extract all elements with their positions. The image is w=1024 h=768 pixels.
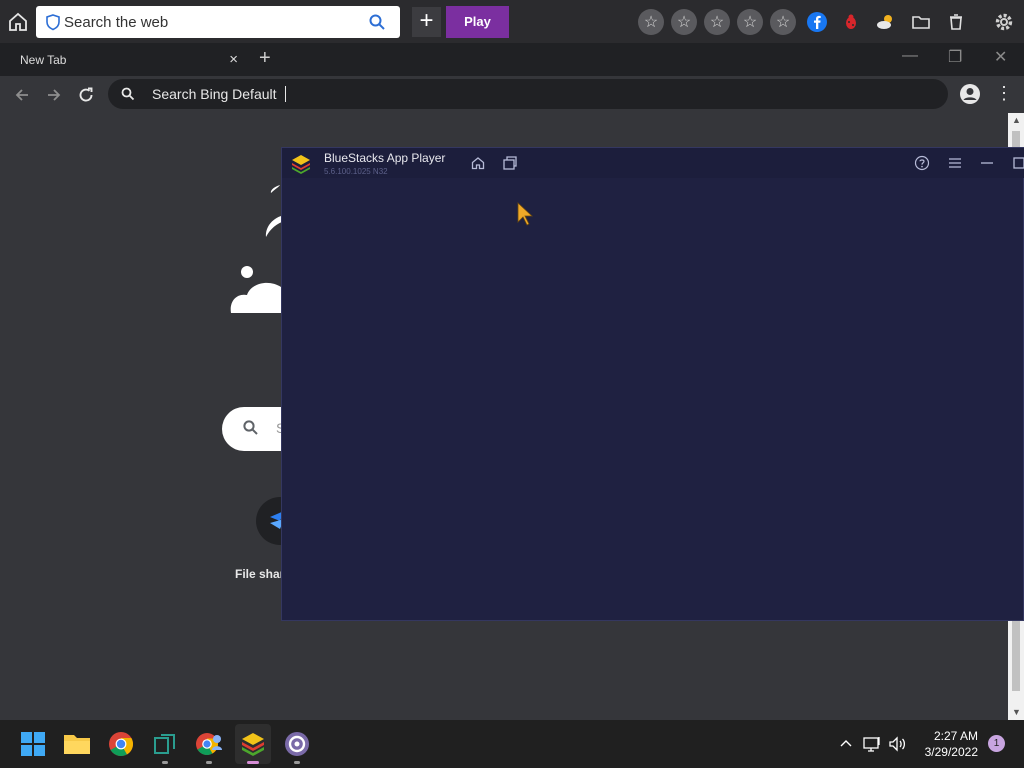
shield-icon xyxy=(44,13,62,31)
text-caret xyxy=(284,86,286,102)
multi-instance-icon[interactable] xyxy=(502,155,518,171)
bluestacks-titlebar[interactable]: BlueStacks App Player 5.6.100.1025 N32 xyxy=(282,148,1024,178)
notification-badge[interactable]: 1 xyxy=(988,735,1005,752)
plus-icon[interactable]: + xyxy=(412,7,441,37)
trash-icon[interactable] xyxy=(944,10,968,34)
launcher-bar: Search the web + Play ☆ ☆ ☆ ☆ ☆ xyxy=(0,0,1024,43)
bluestacks-logo-icon xyxy=(290,153,312,175)
weather-icon[interactable] xyxy=(874,10,898,34)
back-icon[interactable] xyxy=(10,83,34,107)
menu-icon[interactable] xyxy=(947,155,963,171)
new-tab-button[interactable]: + xyxy=(259,47,271,70)
address-bar-text: Search Bing Default xyxy=(152,86,277,102)
star-icon[interactable]: ☆ xyxy=(671,9,697,35)
restore-icon[interactable]: ❐ xyxy=(948,47,962,67)
file-explorer-icon[interactable] xyxy=(63,730,91,758)
star-icon[interactable]: ☆ xyxy=(638,9,664,35)
tab-new-tab[interactable]: New Tab × xyxy=(0,43,250,76)
bluestacks-app-name: BlueStacks App Player xyxy=(324,151,446,165)
browser-toolbar: Search Bing Default ⋮ xyxy=(0,76,1024,113)
reload-icon[interactable] xyxy=(74,83,98,107)
home-icon[interactable] xyxy=(6,10,30,34)
minimize-icon[interactable] xyxy=(979,155,995,171)
minimize-icon[interactable]: — xyxy=(902,47,918,65)
search-icon xyxy=(242,419,260,437)
running-indicator xyxy=(206,761,212,764)
running-indicator xyxy=(162,761,168,764)
home-icon[interactable] xyxy=(470,155,486,171)
maximize-icon[interactable] xyxy=(1010,155,1024,171)
bluestacks-window[interactable]: BlueStacks App Player 5.6.100.1025 N32 xyxy=(281,147,1024,621)
clock-time: 2:27 AM xyxy=(933,729,978,743)
shortcut-label: File shar xyxy=(235,567,285,581)
gear-icon[interactable] xyxy=(992,10,1016,34)
volume-icon[interactable] xyxy=(888,734,908,754)
scroll-up-icon[interactable]: ▲ xyxy=(1012,115,1021,125)
mouse-cursor xyxy=(517,202,534,226)
chrome-profile-icon[interactable] xyxy=(195,730,223,764)
more-menu-icon[interactable]: ⋮ xyxy=(995,83,1013,104)
star-icon[interactable]: ☆ xyxy=(704,9,730,35)
star-icon[interactable]: ☆ xyxy=(737,9,763,35)
start-icon[interactable] xyxy=(19,730,47,758)
profile-icon[interactable] xyxy=(959,83,981,105)
play-button[interactable]: Play xyxy=(446,6,509,38)
star-icon[interactable]: ☆ xyxy=(770,9,796,35)
help-icon[interactable] xyxy=(914,155,930,171)
facebook-icon[interactable] xyxy=(805,10,829,34)
bluestacks-version: 5.6.100.1025 N32 xyxy=(324,167,388,176)
search-icon[interactable] xyxy=(368,13,386,31)
window-close-icon[interactable]: ✕ xyxy=(994,47,1007,67)
clock[interactable]: 2:27 AM 3/29/2022 xyxy=(918,728,978,760)
taskbar: 2:27 AM 3/29/2022 1 xyxy=(0,720,1024,768)
network-icon[interactable] xyxy=(863,734,883,754)
bluestacks-icon[interactable] xyxy=(235,724,271,764)
clock-date: 3/29/2022 xyxy=(924,745,978,759)
scroll-down-icon[interactable]: ▼ xyxy=(1012,707,1021,717)
web-search-box[interactable]: Search the web xyxy=(36,6,400,38)
chevron-up-icon[interactable] xyxy=(836,734,856,754)
bluestacks-multi-instance-icon[interactable] xyxy=(151,730,179,764)
web-search-placeholder: Search the web xyxy=(64,13,169,31)
close-icon[interactable]: × xyxy=(229,51,238,68)
app-icon[interactable] xyxy=(283,730,311,764)
active-indicator xyxy=(247,761,259,764)
tab-strip: New Tab × + — ❐ ✕ xyxy=(0,43,1024,76)
forward-icon[interactable] xyxy=(42,83,66,107)
running-indicator xyxy=(294,761,300,764)
search-icon xyxy=(120,86,136,102)
bug-icon[interactable] xyxy=(839,10,863,34)
tab-title: New Tab xyxy=(20,52,67,67)
folder-icon[interactable] xyxy=(909,10,933,34)
address-bar[interactable]: Search Bing Default xyxy=(108,79,948,109)
chrome-icon[interactable] xyxy=(107,730,135,758)
